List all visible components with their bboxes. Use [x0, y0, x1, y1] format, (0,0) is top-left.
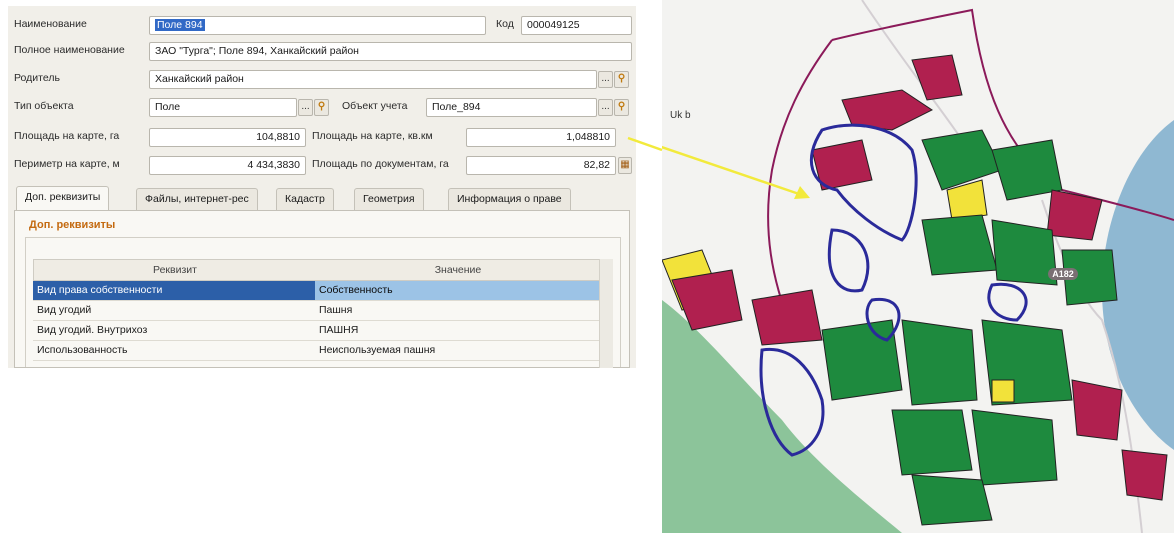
group-title: Доп. реквизиты	[29, 219, 116, 231]
area-doc-field[interactable]: 82,82	[466, 156, 616, 175]
field-map[interactable]: A182 Uk b	[662, 0, 1174, 533]
perimeter-field[interactable]: 4 434,3830	[149, 156, 306, 175]
table-cell: Собственность	[315, 281, 599, 300]
search-icon[interactable]: ⚲	[614, 71, 629, 88]
table-cell: Пашня	[319, 304, 353, 316]
calculator-icon[interactable]: ▦	[618, 157, 632, 174]
requisites-table: Реквизит Значение Вид права собственност…	[33, 259, 613, 368]
area-map-ha-field[interactable]: 104,8810	[149, 128, 306, 147]
column-header-requisite[interactable]: Реквизит	[34, 260, 316, 280]
table-cell: Вид права собственности	[33, 281, 315, 300]
tab-cadastre[interactable]: Кадастр	[276, 188, 334, 210]
search-icon[interactable]: ⚲	[614, 99, 629, 116]
name-field[interactable]: Поле 894	[149, 16, 486, 35]
object-form: Наименование Поле 894 Код 000049125 Полн…	[8, 6, 636, 368]
table-cell: Неиспользуемая пашня	[319, 344, 436, 356]
tab-right-info[interactable]: Информация о праве	[448, 188, 571, 210]
parent-select-button[interactable]: ...	[598, 71, 613, 88]
code-field[interactable]: 000049125	[521, 16, 632, 35]
perimeter-label: Периметр на карте, м	[14, 158, 120, 170]
fullname-field[interactable]: ЗАО "Турга"; Поле 894, Ханкайский район	[149, 42, 632, 61]
area-map-km-label: Площадь на карте, кв.км	[312, 130, 433, 142]
code-label: Код	[496, 18, 514, 30]
table-row[interactable]: Вид угодий. Внутрихоз ПАШНЯ	[33, 321, 613, 341]
table-cell: ПАШНЯ	[319, 324, 359, 336]
table-header: Реквизит Значение	[33, 259, 613, 281]
tab-dop-rekvizity[interactable]: Доп. реквизиты	[16, 186, 110, 211]
table-scrollbar[interactable]	[599, 259, 613, 368]
objtype-label: Тип объекта	[14, 100, 74, 112]
name-value: Поле 894	[155, 19, 205, 31]
search-icon[interactable]: ⚲	[314, 99, 329, 116]
accobj-label: Объект учета	[342, 100, 408, 112]
fullname-label: Полное наименование	[14, 44, 125, 56]
parent-label: Родитель	[14, 72, 60, 84]
column-header-value[interactable]: Значение	[316, 260, 600, 280]
parent-field[interactable]: Ханкайский район	[149, 70, 597, 89]
tab-panel: Доп. реквизиты Реквизит Значение Вид пра…	[14, 210, 630, 368]
table-cell: Вид угодий. Внутрихоз	[37, 324, 148, 336]
table-row[interactable]: Вид угодий Пашня	[33, 301, 613, 321]
accobj-field[interactable]: Поле_894	[426, 98, 597, 117]
tab-files[interactable]: Файлы, интернет-рес	[136, 188, 258, 210]
place-label: Uk b	[670, 110, 691, 121]
area-map-km-field[interactable]: 1,048810	[466, 128, 616, 147]
objtype-field[interactable]: Поле	[149, 98, 297, 117]
area-map-ha-label: Площадь на карте, га	[14, 130, 120, 142]
table-cell: Использованность	[37, 344, 128, 356]
table-row[interactable]: Вид права собственности Собственность	[33, 281, 613, 301]
road-number-label: A182	[1052, 269, 1074, 279]
objtype-select-button[interactable]: ...	[298, 99, 313, 116]
table-cell: Вид угодий	[37, 304, 92, 316]
accobj-select-button[interactable]: ...	[598, 99, 613, 116]
area-doc-label: Площадь по документам, га	[312, 158, 449, 170]
name-label: Наименование	[14, 18, 87, 30]
tab-geometry[interactable]: Геометрия	[354, 188, 424, 210]
table-row[interactable]: Использованность Неиспользуемая пашня	[33, 341, 613, 361]
